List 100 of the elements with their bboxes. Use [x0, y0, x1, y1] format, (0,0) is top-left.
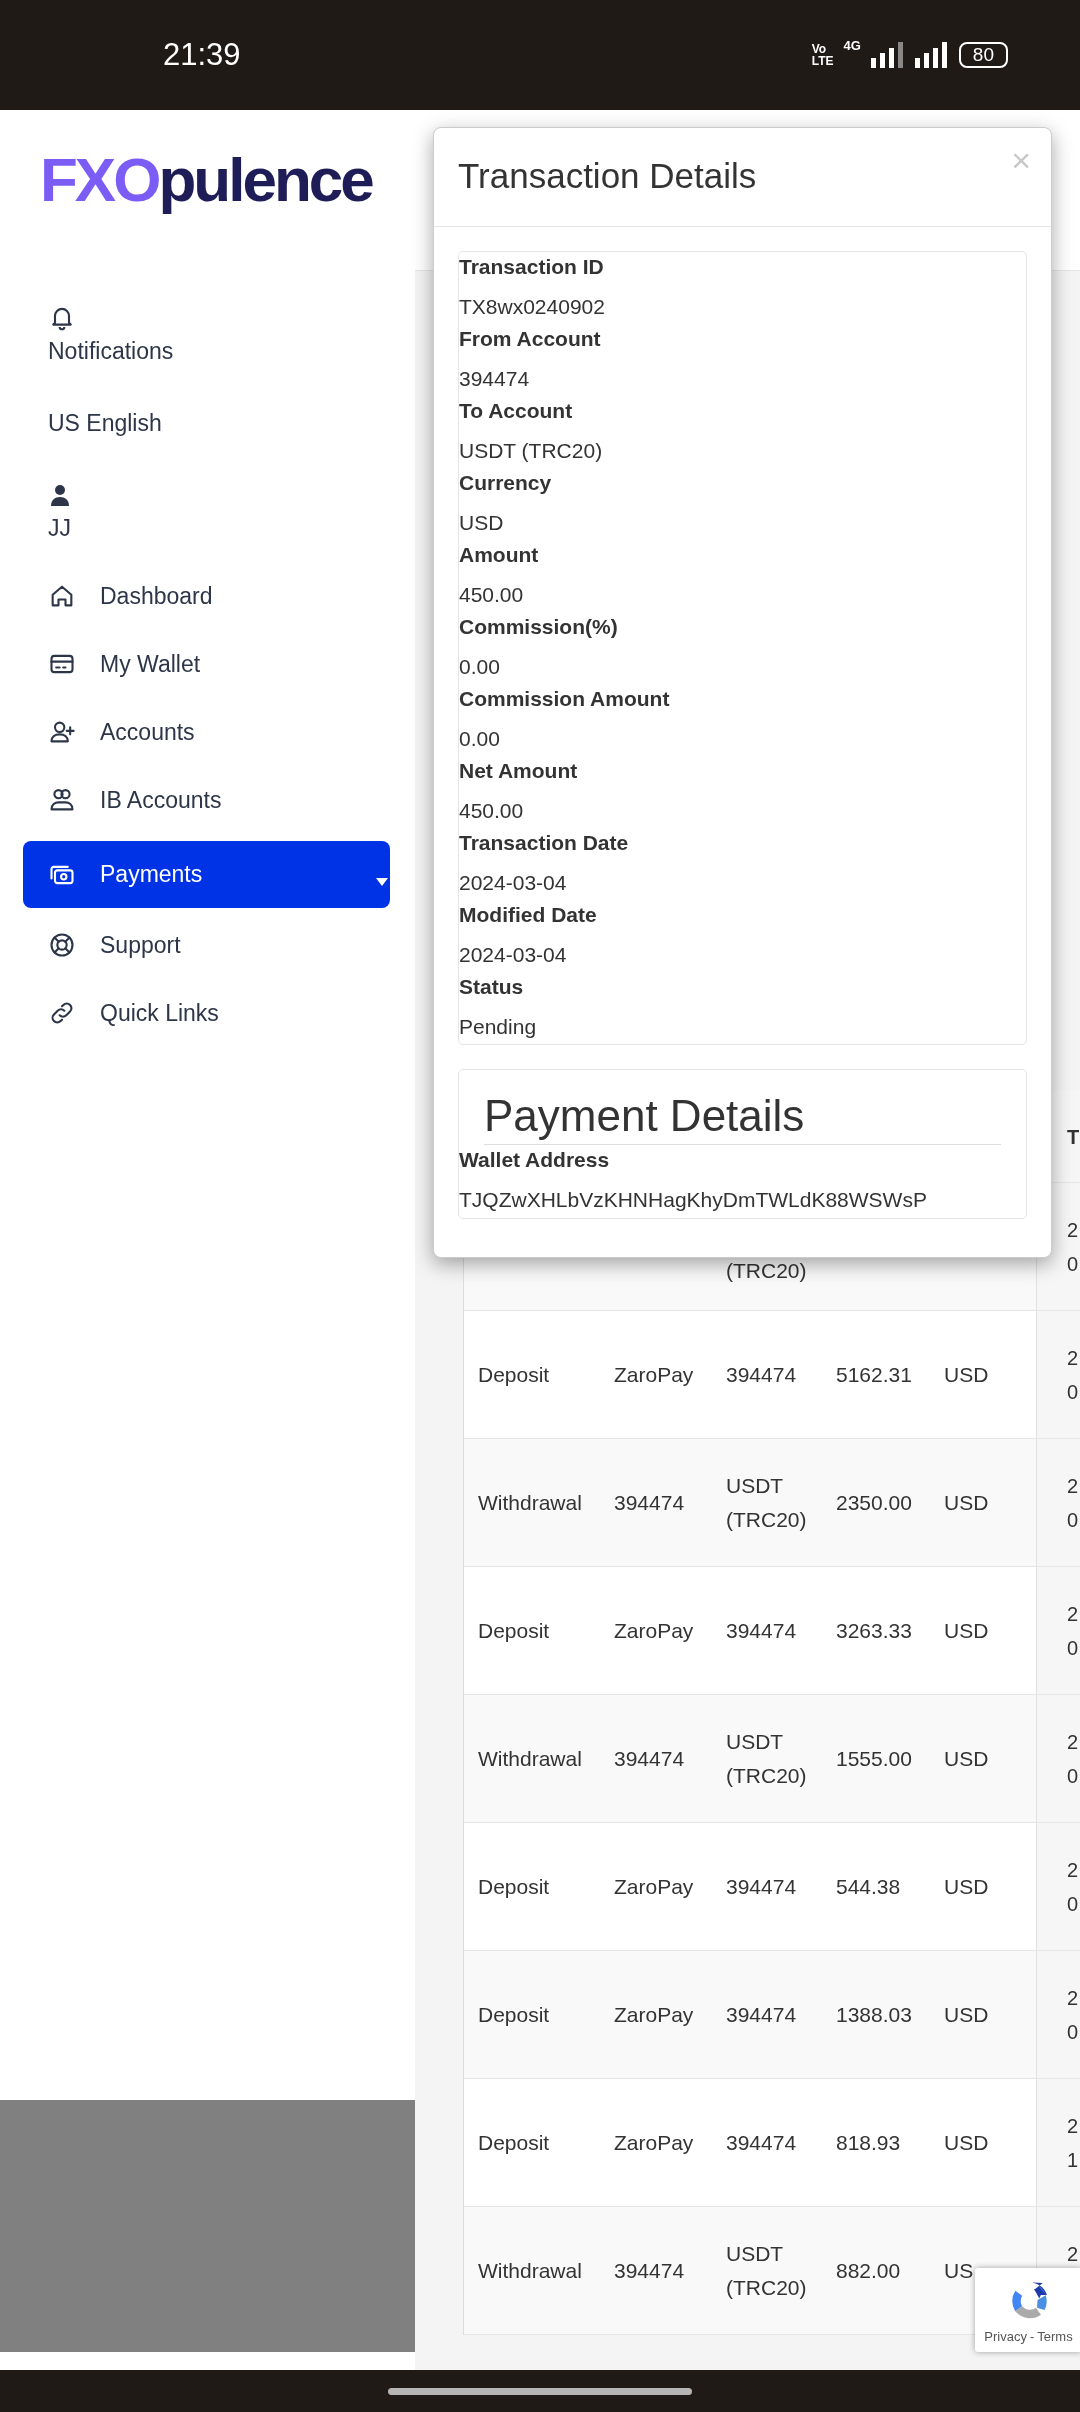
field-label: Status	[459, 974, 524, 1000]
table-cell-text: 5162.31	[836, 1361, 912, 1388]
table-cell-text: 544.38	[836, 1873, 901, 1900]
table-cell-text: 1555.00	[836, 1745, 912, 1772]
table-cell-text: 394474	[726, 2129, 797, 2156]
table-cell-text: 882.00	[836, 2257, 901, 2284]
table-cell-text: USD	[944, 2001, 989, 2028]
column-heading: T	[1067, 1124, 1080, 1150]
field-value: 2024-03-04	[459, 942, 567, 968]
home-indicator[interactable]	[388, 2387, 692, 2395]
table-cell-text: ZaroPay	[614, 1617, 694, 1644]
table-cell-text: USD	[944, 1745, 989, 1772]
table-cell-text: Withdrawal	[478, 1745, 582, 1772]
table-cell-text: Withdrawal	[478, 1489, 582, 1516]
table-cell-text: ZaroPay	[614, 2001, 694, 2028]
network-type: 4G	[843, 38, 861, 53]
table-cell-text: Withdrawal	[478, 2257, 582, 2284]
user-icon[interactable]	[48, 483, 72, 507]
table-cell-text: 2350.00	[836, 1489, 912, 1516]
table-cell-text: USD	[944, 1361, 989, 1388]
field-label: To Account	[459, 398, 573, 424]
table-cell-text: USD	[944, 1489, 989, 1516]
field-label: Amount	[459, 542, 539, 568]
battery-indicator: 80	[958, 42, 1008, 68]
user-name[interactable]: JJ	[48, 513, 71, 543]
field-label: Commission Amount	[459, 686, 670, 712]
table-cell-text: 2 1	[1067, 2113, 1079, 2173]
field-label: Modified Date	[459, 902, 597, 928]
table-cell-text: 2 0	[1067, 1601, 1079, 1661]
table-cell-text: ZaroPay	[614, 2129, 694, 2156]
nav-item[interactable]: Payments	[23, 841, 390, 908]
nav-item[interactable]: Dashboard	[23, 562, 390, 630]
table-cell-text: 2 0	[1067, 1729, 1079, 1789]
caret-icon	[376, 878, 388, 886]
table-cell-text: 394474	[614, 1489, 685, 1516]
field-label: Net Amount	[459, 758, 578, 784]
table-cell-text: 3263.33	[836, 1617, 912, 1644]
language-selector[interactable]: US English	[48, 407, 162, 439]
table-cell-text: Deposit	[478, 1873, 550, 1900]
dialog-title: Transaction Details	[458, 155, 757, 197]
table-cell-text: USDT (TRC20)	[726, 1472, 808, 1533]
table-cell-text: 1388.03	[836, 2001, 912, 2028]
field-value: 0.00	[459, 654, 500, 680]
notifications-link[interactable]: Notifications	[48, 335, 174, 367]
field-label: Transaction ID	[459, 254, 604, 280]
field-value: 450.00	[459, 798, 524, 824]
table-cell-text: 394474	[614, 2257, 685, 2284]
separator: -	[1029, 2329, 1035, 2344]
privacy-link[interactable]: Privacy	[984, 2329, 1027, 2344]
table-cell-text: 818.93	[836, 2129, 901, 2156]
table-cell-text: ZaroPay	[614, 1361, 694, 1388]
nav-item[interactable]: IB Accounts	[23, 766, 390, 834]
field-value: TX8wx0240902	[459, 294, 605, 320]
clock-time: 21:39	[163, 37, 241, 73]
table-cell-text: 2	[1067, 2241, 1079, 2267]
field-value: USD	[459, 510, 504, 536]
field-value: 0.00	[459, 726, 500, 752]
nav-item[interactable]: Quick Links	[23, 979, 390, 1047]
field-label: Transaction Date	[459, 830, 629, 856]
volte-label: Vo LTE	[811, 43, 834, 67]
table-cell-text: USD	[944, 2129, 989, 2156]
signal-icon	[914, 42, 949, 68]
table-cell-text: 2 0	[1067, 1985, 1079, 2045]
table-cell-text: ZaroPay	[614, 1873, 694, 1900]
table-cell-text: USDT (TRC20)	[726, 1728, 808, 1789]
field-value: Pending	[459, 1014, 537, 1040]
table-cell-text: 2 0	[1067, 1345, 1079, 1405]
table-cell-text: 2 0	[1067, 1857, 1079, 1917]
field-value: 2024-03-04	[459, 870, 567, 896]
table-cell-text: Deposit	[478, 1361, 550, 1388]
table-cell-text: Deposit	[478, 1617, 550, 1644]
nav-item[interactable]: Support	[23, 911, 390, 979]
nav-item[interactable]: Accounts	[23, 698, 390, 766]
field-label: Currency	[459, 470, 552, 496]
field-label: Commission(%)	[459, 614, 618, 640]
nav-item[interactable]: My Wallet	[23, 630, 390, 698]
field-label: Wallet Address	[459, 1147, 610, 1173]
table-cell-text: Deposit	[478, 2001, 550, 2028]
field-value: USDT (TRC20)	[459, 438, 603, 464]
field-value: 450.00	[459, 582, 524, 608]
section-title: Payment Details	[484, 1090, 805, 1142]
logo[interactable]: FXOpulence	[40, 140, 372, 220]
table-cell-text: 394474	[726, 2001, 797, 2028]
table-cell-text: USD	[944, 1873, 989, 1900]
table-cell-text: 394474	[614, 1745, 685, 1772]
table-cell-text: USDT (TRC20)	[726, 2240, 808, 2301]
table-cell-text: US	[944, 2257, 974, 2284]
field-value: 394474	[459, 366, 530, 392]
field-label: From Account	[459, 326, 601, 352]
lifebuoy-icon	[48, 931, 76, 959]
table-cell-text: 2 0	[1067, 1473, 1079, 1533]
terms-link[interactable]: Terms	[1037, 2329, 1073, 2344]
signal-icon	[870, 42, 905, 68]
table-cell-text: (TRC20)	[726, 1258, 807, 1284]
field-value: TJQZwXHLbVzKHNHagKhyDmTWLdK88WSWsP	[459, 1187, 927, 1213]
table-cell-text: 394474	[726, 1617, 797, 1644]
table-cell-text: USD	[944, 1617, 989, 1644]
table-cell-text: Deposit	[478, 2129, 550, 2156]
table-cell-text: 394474	[726, 1873, 797, 1900]
table-cell-text: 394474	[726, 1361, 797, 1388]
